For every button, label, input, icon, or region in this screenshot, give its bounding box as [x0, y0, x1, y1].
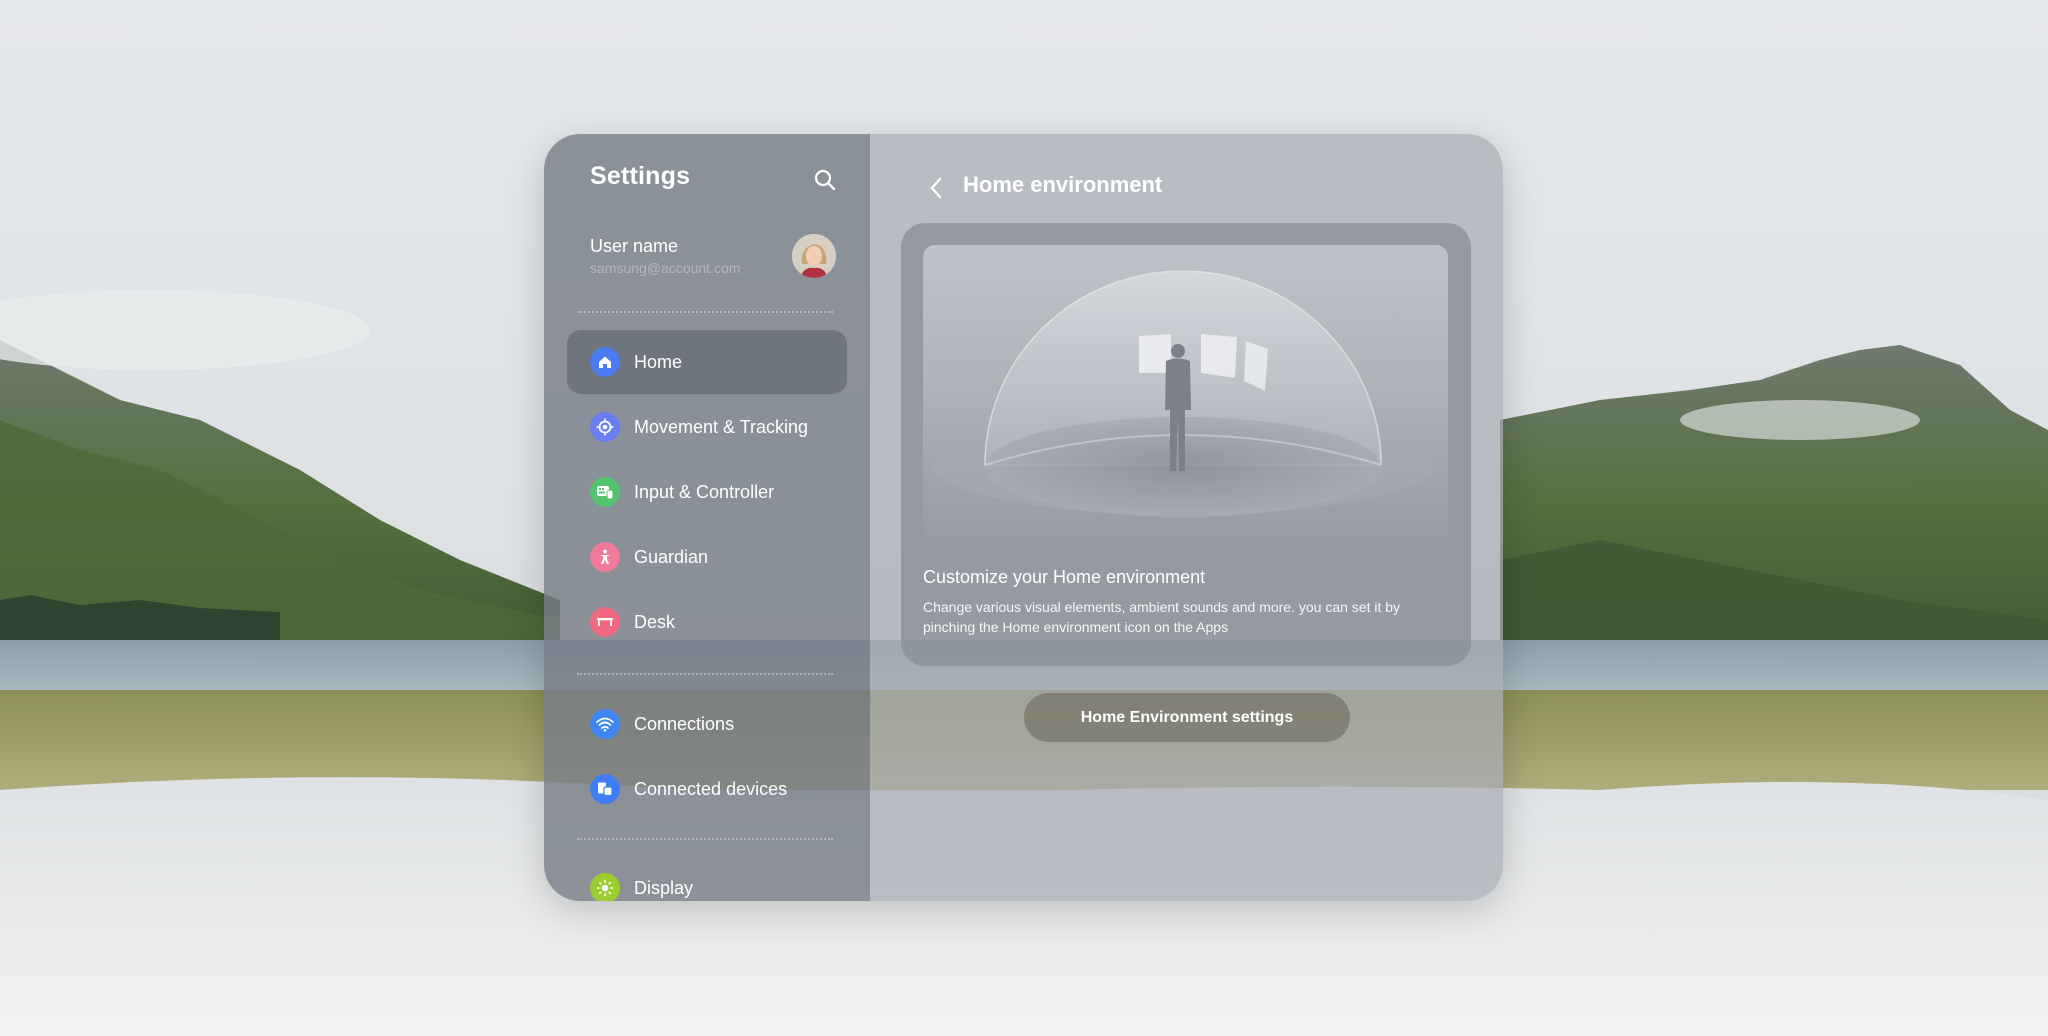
- sidebar: Settings User name samsung@account.com H…: [544, 134, 870, 901]
- sidebar-item-label: Guardian: [634, 546, 709, 567]
- sidebar-item-connections[interactable]: Connections: [567, 692, 847, 756]
- divider: [577, 838, 833, 840]
- sidebar-item-desk[interactable]: Desk: [567, 590, 847, 654]
- user-name[interactable]: User name: [590, 236, 678, 257]
- sidebar-item-label: Home: [634, 351, 683, 372]
- wifi-icon: [590, 709, 620, 739]
- avatar-portrait: [792, 234, 836, 278]
- search-icon: [814, 169, 836, 191]
- divider: [577, 673, 833, 675]
- settings-title: Settings: [590, 162, 691, 190]
- tracking-icon: [590, 412, 620, 442]
- sidebar-item-label: Display: [634, 877, 694, 898]
- divider: [577, 311, 833, 313]
- sidebar-item-guardian[interactable]: Guardian: [567, 525, 847, 589]
- sidebar-item-label: Movement & Tracking: [634, 416, 809, 437]
- sidebar-item-label: Desk: [634, 611, 676, 632]
- guardian-icon: [590, 542, 620, 572]
- settings-window: Settings User name samsung@account.com H…: [544, 134, 1503, 901]
- brightness-icon: [590, 873, 620, 901]
- card-description: Change various visual elements, ambient …: [923, 599, 1401, 635]
- sidebar-item-movement-tracking[interactable]: Movement & Tracking: [567, 395, 847, 459]
- chevron-left-icon: [930, 177, 942, 199]
- controller-icon: [590, 477, 620, 507]
- sidebar-item-label: Input & Controller: [634, 481, 775, 502]
- card-heading: Customize your Home environment: [923, 567, 1206, 587]
- main-panel: Home environment Customize your Home env…: [870, 134, 1503, 901]
- sidebar-item-input-controller[interactable]: Input & Controller: [567, 460, 847, 524]
- desk-icon: [590, 607, 620, 637]
- home-environment-illustration: [923, 245, 1448, 551]
- sidebar-item-label: Connections: [634, 713, 735, 734]
- devices-icon: [590, 774, 620, 804]
- home-icon: [590, 347, 620, 377]
- sidebar-item-connected-devices[interactable]: Connected devices: [567, 757, 847, 821]
- user-email: samsung@account.com: [590, 260, 741, 276]
- page-title: Home environment: [963, 172, 1163, 197]
- dome-illustration: [933, 270, 1433, 517]
- back-button[interactable]: [922, 170, 950, 206]
- sidebar-item-home[interactable]: Home: [567, 330, 847, 394]
- avatar[interactable]: [792, 234, 836, 278]
- info-card: Customize your Home environment Change v…: [901, 223, 1471, 666]
- sidebar-item-display[interactable]: Display: [567, 856, 847, 901]
- sidebar-item-label: Connected devices: [634, 778, 788, 799]
- search-button[interactable]: [809, 164, 841, 196]
- home-environment-settings-button[interactable]: Home Environment settings: [1024, 693, 1350, 742]
